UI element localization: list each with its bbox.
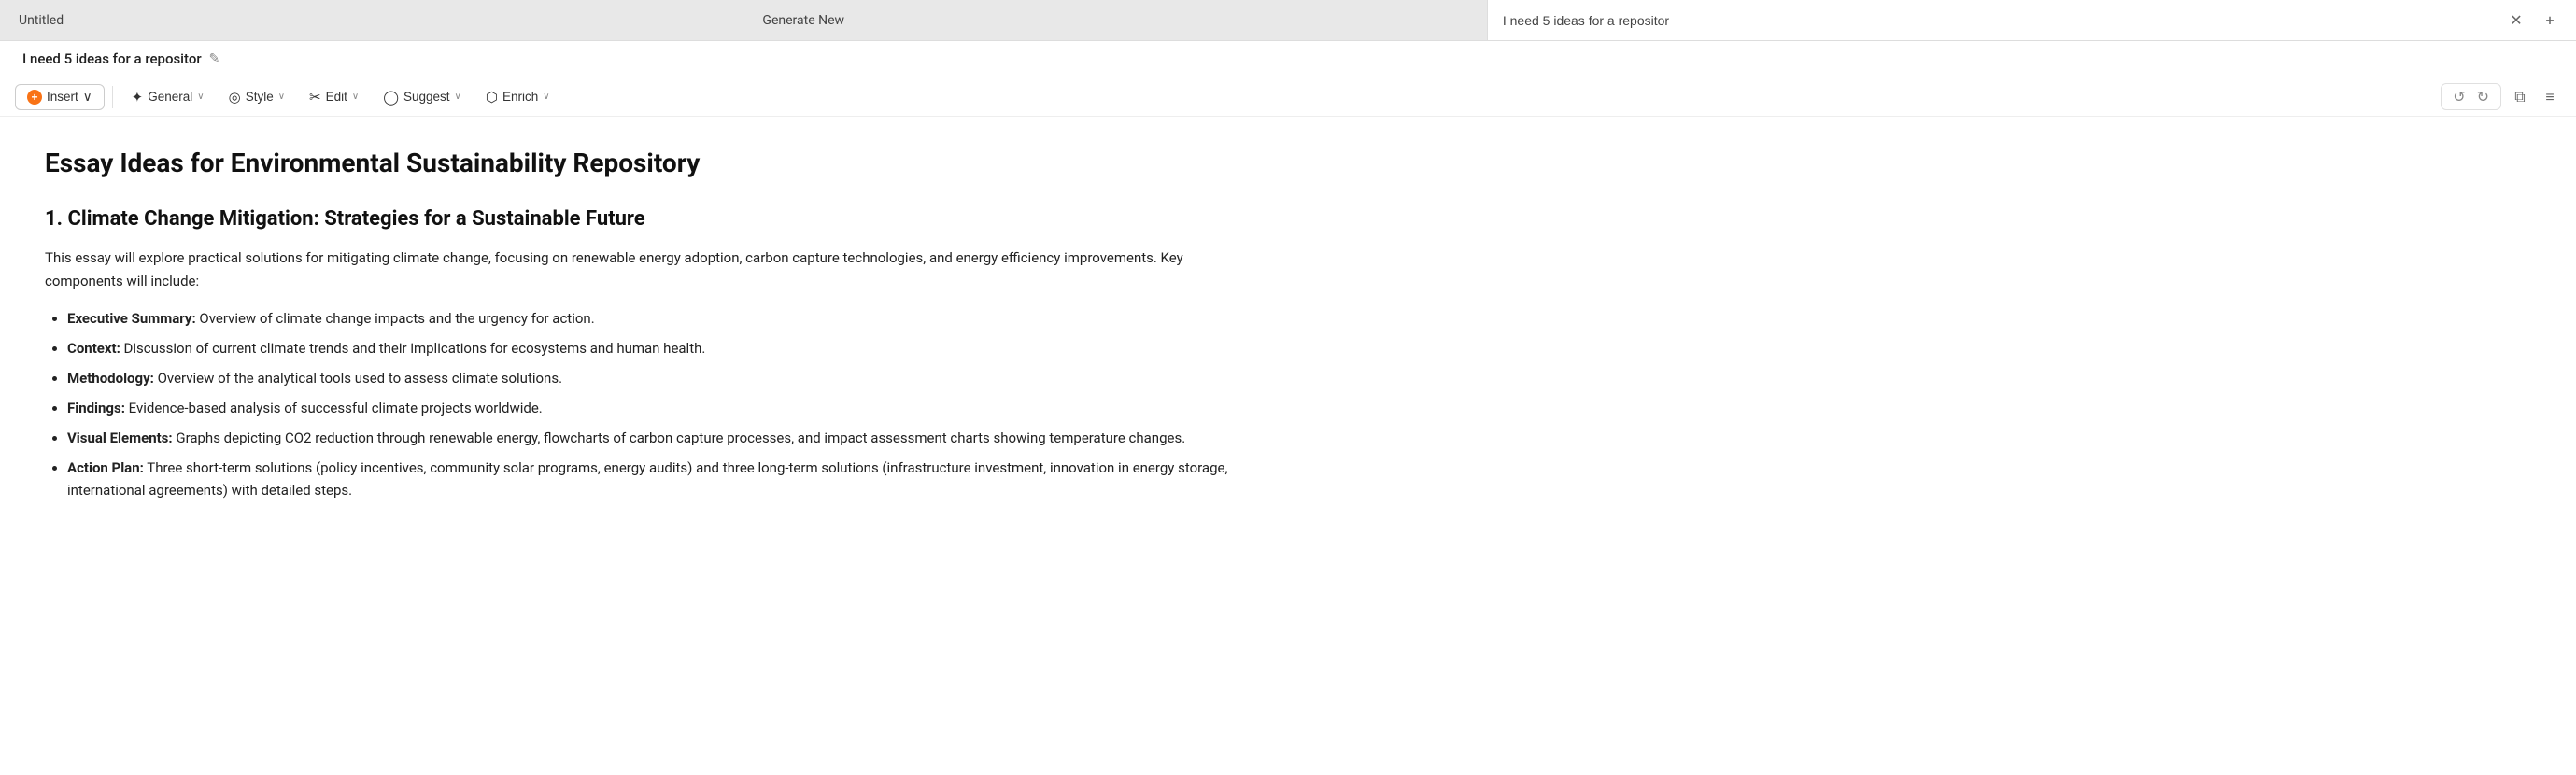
list-item: Visual Elements: Graphs depicting CO2 re… (67, 427, 1263, 449)
essay-title: Essay Ideas for Environmental Sustainabi… (45, 147, 1263, 180)
toolbar-right: ↺ ↻ ⧉ ≡ (2441, 83, 2561, 110)
toolbar-divider-1 (112, 86, 113, 108)
insert-chevron-icon: ∨ (83, 90, 92, 105)
tab-generate-new[interactable]: Generate New (743, 0, 1487, 40)
tab-generate-label: Generate New (762, 13, 844, 28)
general-label: General (148, 90, 192, 104)
redo-button[interactable]: ↻ (2473, 88, 2493, 106)
section1-intro: This essay will explore practical soluti… (45, 247, 1263, 293)
enrich-chevron-icon: ∨ (543, 92, 549, 102)
general-icon: ✦ (132, 89, 144, 106)
suggest-chevron-icon: ∨ (455, 92, 461, 102)
doc-title: I need 5 ideas for a repositor (22, 50, 202, 67)
style-chevron-icon: ∨ (278, 92, 285, 102)
insert-plus-icon: + (27, 90, 42, 105)
suggest-icon: ◯ (383, 89, 399, 106)
doc-title-bar: I need 5 ideas for a repositor ✎ (0, 41, 2576, 78)
list-item: Action Plan: Three short-term solutions … (67, 457, 1263, 501)
search-input[interactable] (1503, 13, 2498, 28)
tab-untitled-label: Untitled (19, 13, 64, 28)
close-icon[interactable]: ✕ (2505, 9, 2527, 32)
new-tab-icon[interactable]: + (2539, 9, 2561, 32)
toolbar: + Insert ∨ ✦ General ∨ ◎ Style ∨ ✂ Edit … (0, 78, 2576, 117)
list-item: Executive Summary: Overview of climate c… (67, 307, 1263, 330)
section1-heading: 1. Climate Change Mitigation: Strategies… (45, 206, 1263, 233)
general-chevron-icon: ∨ (197, 92, 204, 102)
doc-title-edit-icon[interactable]: ✎ (209, 51, 220, 66)
style-label: Style (246, 90, 274, 104)
general-button[interactable]: ✦ General ∨ (120, 84, 216, 110)
edit-chevron-icon: ∨ (352, 92, 359, 102)
list-item: Context: Discussion of current climate t… (67, 337, 1263, 359)
suggest-label: Suggest (403, 90, 450, 104)
insert-label: Insert (47, 90, 78, 104)
style-icon: ◎ (229, 89, 241, 106)
copy-button[interactable]: ⧉ (2509, 86, 2531, 108)
menu-button[interactable]: ≡ (2539, 86, 2561, 108)
style-button[interactable]: ◎ Style ∨ (218, 84, 296, 110)
enrich-label: Enrich (502, 90, 538, 104)
list-item: Findings: Evidence-based analysis of suc… (67, 397, 1263, 419)
enrich-button[interactable]: ⬡ Enrich ∨ (474, 84, 561, 110)
edit-icon: ✂ (309, 89, 321, 106)
undo-button[interactable]: ↺ (2449, 88, 2469, 106)
insert-button[interactable]: + Insert ∨ (15, 84, 105, 110)
suggest-button[interactable]: ◯ Suggest ∨ (372, 84, 473, 110)
tab-search-bar: ✕ + (1488, 0, 2576, 40)
undo-redo-group: ↺ ↻ (2441, 83, 2501, 110)
list-item: Methodology: Overview of the analytical … (67, 367, 1263, 389)
tab-untitled[interactable]: Untitled (0, 0, 743, 40)
edit-label: Edit (326, 90, 347, 104)
tab-bar: Untitled Generate New ✕ + (0, 0, 2576, 41)
edit-button[interactable]: ✂ Edit ∨ (298, 84, 370, 110)
enrich-icon: ⬡ (486, 89, 498, 106)
content-area: Essay Ideas for Environmental Sustainabi… (0, 117, 1308, 539)
section1-bullet-list: Executive Summary: Overview of climate c… (45, 307, 1263, 501)
search-bar-icons: ✕ + (2505, 9, 2561, 32)
